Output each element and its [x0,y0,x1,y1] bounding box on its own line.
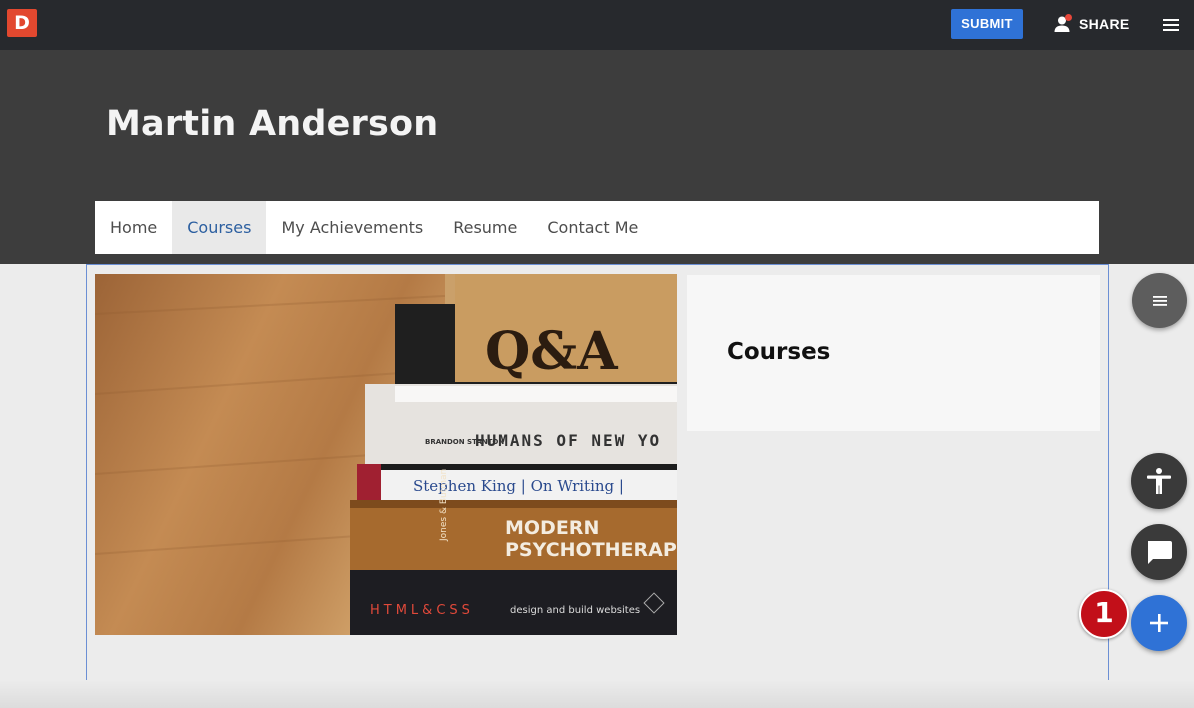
book-spine-tagline: design and build websites [510,605,640,616]
share-button[interactable]: SHARE [1053,9,1130,39]
books-photo: Q&A BRANDON STANTON HUMANS OF NEW YO Ste… [95,274,677,635]
plus-icon [1150,614,1168,632]
book-spine-modern: MODERN [505,517,599,539]
chat-bubble-icon [1148,541,1172,564]
book-spine-authors: Jones & Butman [439,469,449,542]
nav-item-contact-me[interactable]: Contact Me [532,201,653,254]
courses-card: Courses [687,275,1100,431]
nav-item-my-achievements[interactable]: My Achievements [266,201,438,254]
notification-dot [1065,14,1072,21]
main-nav: Home Courses My Achievements Resume Cont… [95,201,1099,254]
book-spine-htmlcss: HTML&CSS [370,603,474,618]
site-title: Martin Anderson [106,104,439,144]
page-sections-button[interactable] [1132,273,1187,328]
share-label: SHARE [1079,16,1130,32]
user-icon [1053,14,1072,33]
book-spine-psychotherapy: PSYCHOTHERAPI [505,539,677,561]
add-button[interactable] [1131,595,1187,651]
page-bottom-edge [0,680,1194,708]
list-icon [1152,295,1167,306]
hamburger-menu-icon[interactable] [1160,15,1182,35]
notification-count-badge[interactable]: 1 [1079,589,1129,639]
submit-button[interactable]: SUBMIT [951,9,1023,39]
chat-button[interactable] [1131,524,1187,580]
app-logo[interactable]: D [7,9,37,37]
top-bar: D SUBMIT SHARE [0,0,1194,50]
nav-item-home[interactable]: Home [95,201,172,254]
courses-heading: Courses [727,339,831,365]
accessibility-icon [1147,468,1171,494]
book-spine-qa: Q&A [485,321,618,382]
nav-item-courses[interactable]: Courses [172,201,267,254]
accessibility-button[interactable] [1131,453,1187,509]
book-spine-humans: HUMANS OF NEW YO [475,431,661,450]
nav-item-resume[interactable]: Resume [438,201,532,254]
